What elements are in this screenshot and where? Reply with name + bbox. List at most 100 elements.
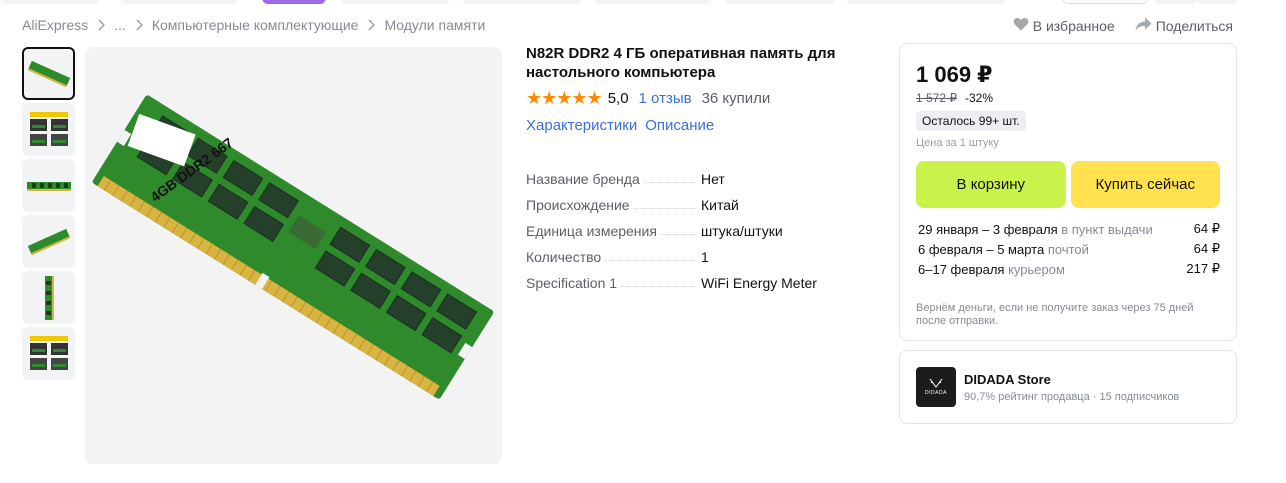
spec-row: Specification 1 WiFi Energy Meter — [526, 270, 866, 296]
spec-divider — [660, 233, 695, 235]
spec-value: 1 — [701, 249, 709, 265]
top-chip[interactable] — [846, 0, 1006, 4]
rating-value: 5,0 — [607, 90, 629, 107]
spec-name: Единица измерения — [526, 223, 657, 239]
top-chip[interactable] — [340, 0, 450, 4]
top-actions: В избранное Поделиться — [1013, 17, 1233, 34]
ram-module-illustration: 4GB DDR2 667 — [92, 95, 494, 399]
delivery-date: 6 февраля – 5 марта — [918, 241, 1045, 257]
breadcrumb-item-components[interactable]: Компьютерные комплектующие — [152, 17, 359, 33]
buy-box: 1 069 ₽ 1 572 ₽ -32% Осталось 99+ шт. Це… — [899, 43, 1237, 341]
breadcrumb-item-memory[interactable]: Модули памяти — [384, 17, 485, 33]
add-to-cart-button[interactable]: В корзину — [916, 161, 1066, 208]
store-stats: 90,7% рейтинг продавца · 15 подписчиков — [964, 390, 1180, 403]
top-chip[interactable] — [594, 0, 712, 4]
spec-value: штука/штуки — [701, 223, 783, 239]
top-chip[interactable] — [724, 0, 836, 4]
breadcrumb-item-ellipsis[interactable]: ... — [114, 17, 126, 33]
spec-name: Specification 1 — [526, 275, 618, 291]
tab-characteristics[interactable]: Характеристики — [526, 117, 637, 134]
spec-name: Происхождение — [526, 197, 630, 213]
spec-list: Название бренда Нет Происхождение Китай … — [526, 166, 866, 296]
old-price: 1 572 ₽ — [916, 91, 957, 105]
favorite-button[interactable]: В избранное — [1013, 17, 1115, 34]
delivery-options: 29 января – 3 февраля в пункт выдачи 64 … — [916, 219, 1220, 279]
product-info: N82R DDR2 4 ГБ оперативная память для на… — [526, 44, 866, 296]
seller-rating: 90,7% рейтинг продавца — [964, 390, 1090, 403]
buy-now-button[interactable]: Купить сейчас — [1070, 161, 1220, 208]
product-tabs: Характеристики Описание — [526, 117, 866, 134]
thumbnail-list — [22, 47, 77, 383]
spec-divider — [643, 181, 695, 183]
store-meta: DIDADA Store 90,7% рейтинг продавца · 15… — [964, 372, 1179, 403]
spec-divider — [605, 259, 695, 261]
delivery-option[interactable]: 6–17 февраля курьером 217 ₽ — [916, 259, 1220, 279]
chevron-right-icon — [135, 19, 143, 31]
subscriber-count: 15 подписчиков — [1099, 390, 1180, 403]
top-chip[interactable] — [462, 0, 582, 4]
top-chip[interactable] — [1196, 0, 1238, 4]
price-details: 1 572 ₽ -32% — [916, 91, 1220, 105]
top-chip-active[interactable] — [262, 0, 326, 4]
store-name[interactable]: DIDADA Store — [964, 372, 1179, 387]
top-chip[interactable] — [0, 0, 100, 4]
spec-divider — [621, 285, 695, 287]
spec-value: WiFi Energy Meter — [701, 275, 817, 291]
delivery-price: 64 ₽ — [1193, 221, 1220, 236]
store-logo[interactable]: DIDADA — [916, 367, 956, 407]
thumbnail-1[interactable] — [22, 47, 75, 100]
chevron-right-icon — [97, 19, 106, 31]
breadcrumb: AliExpress ... Компьютерные комплектующи… — [22, 17, 485, 33]
spec-divider — [633, 207, 695, 209]
top-chip[interactable] — [1154, 0, 1198, 4]
deer-antler-icon — [929, 378, 943, 388]
breadcrumb-item-aliexpress[interactable]: AliExpress — [22, 17, 88, 33]
rating-row: ★★★★★ 5,0 1 отзыв 36 купили — [526, 88, 866, 109]
delivery-option[interactable]: 6 февраля – 5 марта почтой 64 ₽ — [916, 239, 1220, 259]
delivery-option[interactable]: 29 января – 3 февраля в пункт выдачи 64 … — [916, 219, 1220, 239]
spec-name: Количество — [526, 249, 602, 265]
share-button[interactable]: Поделиться — [1135, 17, 1233, 34]
purchase-buttons: В корзину Купить сейчас — [916, 161, 1220, 208]
current-price: 1 069 ₽ — [916, 62, 993, 87]
store-card[interactable]: DIDADA DIDADA Store 90,7% рейтинг продав… — [899, 350, 1237, 424]
bought-count: 36 купили — [701, 90, 771, 107]
spec-row: Происхождение Китай — [526, 192, 866, 218]
delivery-date: 29 января – 3 февраля — [918, 221, 1058, 237]
discount-percent: -32% — [965, 91, 994, 105]
thumbnail-5[interactable] — [22, 271, 75, 324]
spec-row: Единица измерения штука/штуки — [526, 218, 866, 244]
top-chip[interactable] — [120, 0, 238, 4]
spec-row: Количество 1 — [526, 244, 866, 270]
main-product-image[interactable]: 4GB DDR2 667 — [85, 47, 502, 464]
thumbnail-3[interactable] — [22, 159, 75, 212]
refund-guarantee: Вернём деньги, если не получите заказ че… — [916, 302, 1194, 327]
delivery-date: 6–17 февраля — [918, 261, 1005, 277]
spec-value: Китай — [701, 197, 739, 213]
top-chip[interactable] — [1062, 0, 1148, 4]
rating-stars-icon: ★★★★★ — [526, 88, 603, 108]
heart-icon — [1013, 17, 1029, 34]
unit-price-note: Цена за 1 штуку — [916, 137, 999, 149]
chevron-right-icon — [367, 19, 376, 31]
tab-description[interactable]: Описание — [645, 117, 714, 134]
spec-row: Название бренда Нет — [526, 166, 866, 192]
delivery-price: 217 ₽ — [1186, 261, 1220, 276]
thumbnail-4[interactable] — [22, 215, 75, 268]
spec-name: Название бренда — [526, 171, 640, 187]
product-title: N82R DDR2 4 ГБ оперативная память для на… — [526, 45, 836, 81]
thumbnail-2[interactable] — [22, 103, 75, 156]
store-logo-text: DIDADA — [925, 390, 947, 396]
stock-badge: Осталось 99+ шт. — [916, 111, 1026, 131]
share-arrow-icon — [1135, 17, 1152, 34]
delivery-mode: курьером — [1008, 261, 1065, 277]
favorite-label: В избранное — [1032, 17, 1115, 34]
share-label: Поделиться — [1155, 17, 1233, 34]
delivery-mode: в пункт выдачи — [1061, 221, 1153, 237]
delivery-mode: почтой — [1047, 241, 1089, 257]
reviews-link[interactable]: 1 отзыв — [639, 90, 692, 107]
spec-value: Нет — [701, 171, 725, 187]
thumbnail-6[interactable] — [22, 327, 75, 380]
top-tab-strip — [0, 0, 1286, 4]
delivery-price: 64 ₽ — [1193, 241, 1220, 256]
